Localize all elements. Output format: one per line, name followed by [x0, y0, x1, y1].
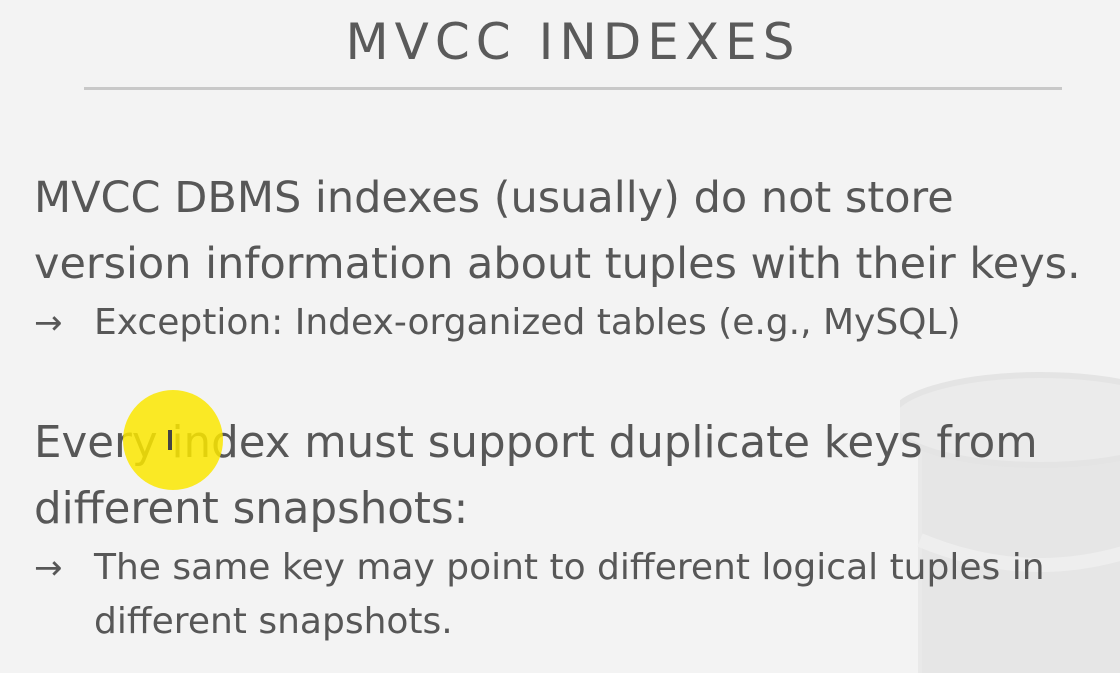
- title-divider: [84, 87, 1062, 90]
- paragraph-version-info: MVCC DBMS indexes (usually) do not store…: [34, 165, 1081, 297]
- bullet-text: The same key may point to different logi…: [94, 547, 1045, 588]
- pointer-highlight-icon: [123, 390, 223, 490]
- bullet-exception: → Exception: Index-organized tables (e.g.…: [34, 296, 961, 350]
- paragraph-line: MVCC DBMS indexes (usually) do not store: [34, 173, 954, 223]
- slide-title: MVCC INDEXES: [345, 13, 801, 71]
- text-cursor-icon: [168, 430, 172, 450]
- arrow-right-icon: →: [34, 303, 63, 343]
- bullet-text-continued: different snapshots.: [94, 601, 453, 642]
- slide: MVCC INDEXES MVCC DBMS indexes (usually)…: [0, 0, 1120, 673]
- paragraph-line: different snapshots:: [34, 484, 469, 534]
- bullet-same-key: → The same key may point to different log…: [34, 541, 1045, 649]
- arrow-right-icon: →: [34, 548, 63, 588]
- bullet-text: Exception: Index-organized tables (e.g.,…: [94, 302, 961, 343]
- paragraph-line: version information about tuples with th…: [34, 239, 1081, 289]
